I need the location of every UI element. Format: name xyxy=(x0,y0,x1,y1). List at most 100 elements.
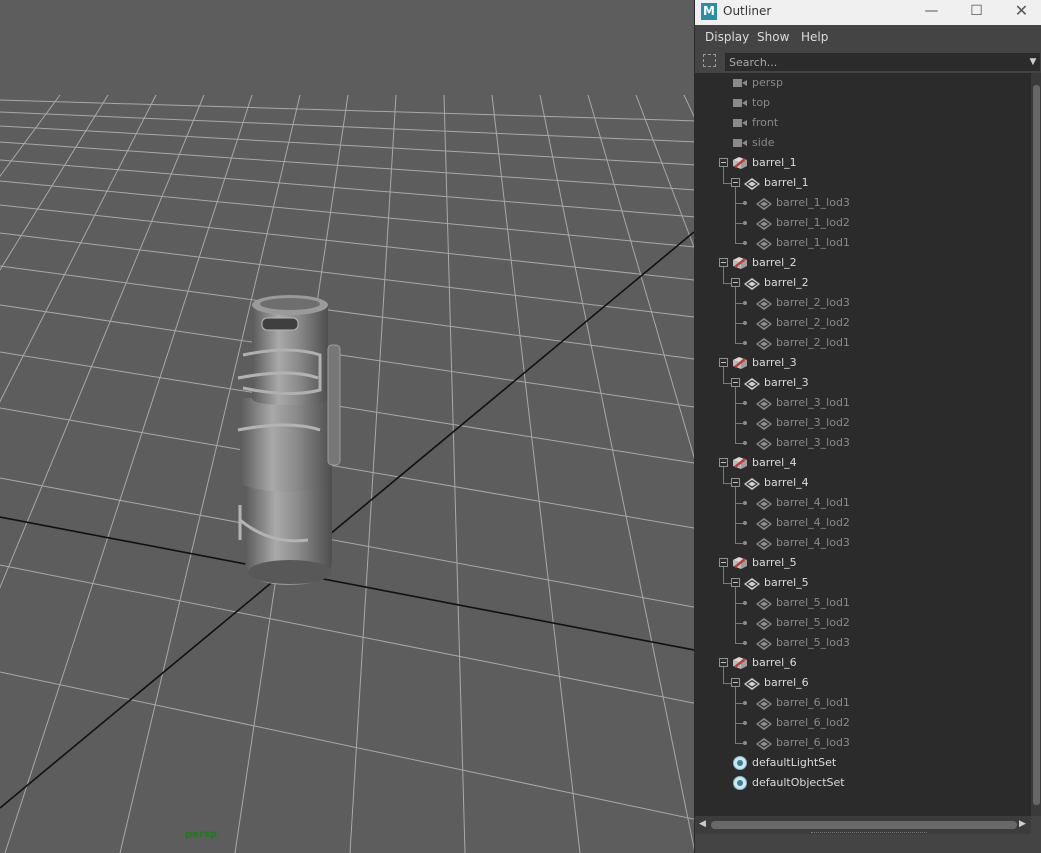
mesh-item-barrel_4[interactable]: barrel_4 xyxy=(695,473,1031,493)
camera-icon xyxy=(733,139,747,147)
mesh-item-barrel_1[interactable]: barrel_1 xyxy=(695,173,1031,193)
collapse-toggle-icon[interactable] xyxy=(731,278,740,287)
lod-label: barrel_6_lod2 xyxy=(776,716,850,729)
group-item-barrel_1[interactable]: barrel_1 xyxy=(695,153,1031,173)
perspective-viewport[interactable]: persp xyxy=(0,0,694,853)
collapse-toggle-icon[interactable] xyxy=(731,478,740,487)
title-bar[interactable]: M Outliner — ☐ ✕ xyxy=(695,0,1041,25)
outliner-footer xyxy=(695,836,1041,853)
group-item-barrel_5[interactable]: barrel_5 xyxy=(695,553,1031,573)
lod-item-barrel_3_lod2[interactable]: barrel_3_lod2 xyxy=(695,413,1031,433)
menu-show[interactable]: Show xyxy=(757,30,789,44)
lod-item-barrel_5_lod2[interactable]: barrel_5_lod2 xyxy=(695,613,1031,633)
lod-item-barrel_2_lod3[interactable]: barrel_2_lod3 xyxy=(695,293,1031,313)
group-transform-icon xyxy=(732,556,748,570)
vertical-scrollbar-thumb[interactable] xyxy=(1033,85,1040,805)
collapse-toggle-icon[interactable] xyxy=(719,358,728,367)
collapse-toggle-icon[interactable] xyxy=(731,178,740,187)
tree-connector xyxy=(735,403,743,404)
collapse-toggle-icon[interactable] xyxy=(719,158,728,167)
lod-item-barrel_6_lod2[interactable]: barrel_6_lod2 xyxy=(695,713,1031,733)
lod-item-barrel_1_lod1[interactable]: barrel_1_lod1 xyxy=(695,233,1031,253)
barrel-model[interactable] xyxy=(237,295,341,585)
collapse-toggle-icon[interactable] xyxy=(731,578,740,587)
vertical-scrollbar[interactable] xyxy=(1031,73,1041,816)
menu-display[interactable]: Display xyxy=(705,30,749,44)
collapse-toggle-icon[interactable] xyxy=(719,458,728,467)
group-item-barrel_2[interactable]: barrel_2 xyxy=(695,253,1031,273)
horizontal-scrollbar-thumb[interactable] xyxy=(711,821,1017,829)
tree-connector xyxy=(735,603,743,604)
mesh-item-barrel_2[interactable]: barrel_2 xyxy=(695,273,1031,293)
lod-label: barrel_6_lod3 xyxy=(776,736,850,749)
tree-connector xyxy=(735,543,743,544)
minimize-button[interactable]: — xyxy=(909,0,954,25)
mesh-icon xyxy=(756,617,772,630)
lod-item-barrel_3_lod3[interactable]: barrel_3_lod3 xyxy=(695,433,1031,453)
collapse-toggle-icon[interactable] xyxy=(719,258,728,267)
lod-item-barrel_5_lod3[interactable]: barrel_5_lod3 xyxy=(695,633,1031,653)
lod-group-icon xyxy=(744,577,760,590)
lod-item-barrel_4_lod2[interactable]: barrel_4_lod2 xyxy=(695,513,1031,533)
group-item-barrel_6[interactable]: barrel_6 xyxy=(695,653,1031,673)
grid-line xyxy=(0,304,694,408)
mesh-icon xyxy=(756,297,772,310)
group-item-barrel_4[interactable]: barrel_4 xyxy=(695,453,1031,473)
lod-item-barrel_4_lod3[interactable]: barrel_4_lod3 xyxy=(695,533,1031,553)
grid-line xyxy=(0,159,694,218)
tree-connector xyxy=(723,467,724,483)
camera-label: front xyxy=(752,116,779,129)
lod-label: barrel_1_lod1 xyxy=(776,236,850,249)
collapse-toggle-icon[interactable] xyxy=(719,558,728,567)
camera-icon xyxy=(733,119,747,127)
viewport-grid xyxy=(0,94,694,853)
close-button[interactable]: ✕ xyxy=(999,0,1041,25)
mesh-item-barrel_6[interactable]: barrel_6 xyxy=(695,673,1031,693)
lod-item-barrel_6_lod1[interactable]: barrel_6_lod1 xyxy=(695,693,1031,713)
collapse-toggle-icon[interactable] xyxy=(719,658,728,667)
maximize-button[interactable]: ☐ xyxy=(954,0,999,25)
lod-item-barrel_3_lod1[interactable]: barrel_3_lod1 xyxy=(695,393,1031,413)
tree-connector xyxy=(735,387,736,443)
group-label: barrel_5 xyxy=(752,556,797,569)
collapse-toggle-icon[interactable] xyxy=(731,678,740,687)
search-dropdown-icon[interactable]: ▼ xyxy=(1026,53,1040,71)
group-item-barrel_3[interactable]: barrel_3 xyxy=(695,353,1031,373)
grid-line xyxy=(683,94,694,118)
lod-item-barrel_2_lod1[interactable]: barrel_2_lod1 xyxy=(695,333,1031,353)
lod-item-barrel_1_lod3[interactable]: barrel_1_lod3 xyxy=(695,193,1031,213)
group-label: barrel_3 xyxy=(752,356,797,369)
search-input[interactable] xyxy=(725,53,1026,71)
lod-item-barrel_6_lod3[interactable]: barrel_6_lod3 xyxy=(695,733,1031,753)
lod-label: barrel_4_lod2 xyxy=(776,516,850,529)
z-axis-line xyxy=(0,231,694,809)
outliner-tree[interactable]: persp top front side barrel_1 barrel_1 barrel_… xyxy=(695,73,1031,816)
camera-item-side[interactable]: side xyxy=(695,133,1031,153)
mesh-icon xyxy=(756,237,772,250)
set-item-defaultObjectSet[interactable]: defaultObjectSet xyxy=(695,773,1031,793)
lod-label: barrel_2_lod2 xyxy=(776,316,850,329)
mesh-label: barrel_5 xyxy=(764,576,809,589)
tree-node-dot-icon xyxy=(743,721,747,725)
grid-line xyxy=(0,180,694,248)
camera-item-top[interactable]: top xyxy=(695,93,1031,113)
set-item-defaultLightSet[interactable]: defaultLightSet xyxy=(695,753,1031,773)
filter-icon[interactable] xyxy=(703,54,716,67)
lod-item-barrel_2_lod2[interactable]: barrel_2_lod2 xyxy=(695,313,1031,333)
camera-item-front[interactable]: front xyxy=(695,113,1031,133)
mesh-item-barrel_5[interactable]: barrel_5 xyxy=(695,573,1031,593)
scroll-right-arrow-icon[interactable]: ▶ xyxy=(1019,819,1026,829)
menu-help[interactable]: Help xyxy=(801,30,828,44)
lod-item-barrel_4_lod1[interactable]: barrel_4_lod1 xyxy=(695,493,1031,513)
camera-item-persp[interactable]: persp xyxy=(695,73,1031,93)
lod-item-barrel_5_lod1[interactable]: barrel_5_lod1 xyxy=(695,593,1031,613)
grid-line xyxy=(587,94,694,459)
mesh-item-barrel_3[interactable]: barrel_3 xyxy=(695,373,1031,393)
tree-connector xyxy=(735,487,736,543)
lod-item-barrel_1_lod2[interactable]: barrel_1_lod2 xyxy=(695,213,1031,233)
tree-connector xyxy=(735,343,743,344)
tree-node-dot-icon xyxy=(743,501,747,505)
scroll-left-arrow-icon[interactable]: ◀ xyxy=(699,819,706,829)
collapse-toggle-icon[interactable] xyxy=(731,378,740,387)
grid-line xyxy=(0,111,694,143)
